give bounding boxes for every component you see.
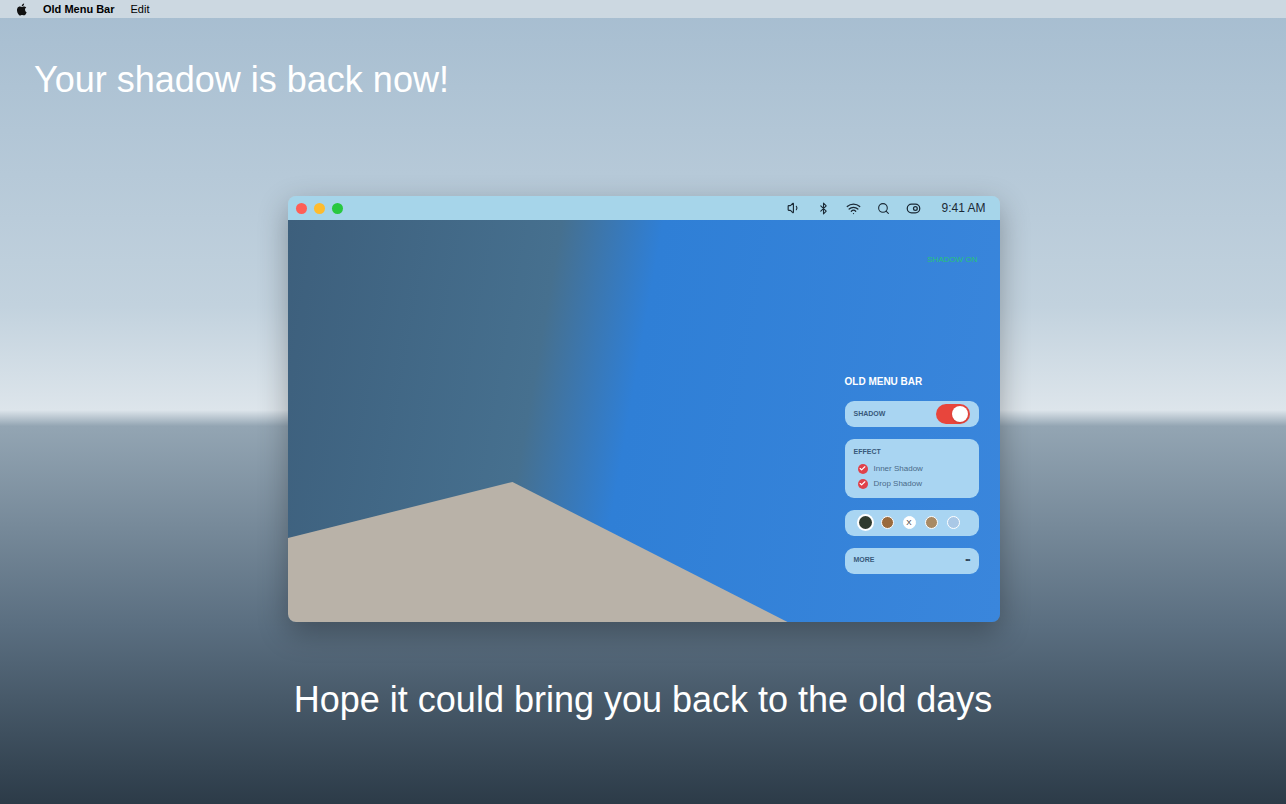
content: SHADOW ONOLD MENU BARSHADOWEFFECTInner S…	[288, 220, 1000, 622]
settings-panel: OLD MENU BARSHADOWEFFECTInner ShadowDrop…	[845, 374, 979, 574]
headline: Your shadow is back now!	[0, 18, 1286, 102]
control-center-icon[interactable]	[906, 201, 921, 216]
wifi-icon[interactable]	[846, 201, 861, 216]
checkbox[interactable]	[858, 464, 868, 474]
traffic-light[interactable]	[332, 203, 343, 214]
effect-option[interactable]: Drop Shadow	[854, 478, 970, 490]
app-window: 9:41 AMSHADOW ONOLD MENU BARSHADOWEFFECT…	[288, 196, 1000, 622]
theme-swatch[interactable]	[881, 516, 894, 529]
check-icon	[859, 480, 866, 487]
shadow-card: SHADOW	[845, 401, 979, 427]
effect-card: EFFECTInner ShadowDrop Shadow	[845, 439, 979, 498]
shadow-toggle[interactable]	[936, 404, 970, 424]
title-bar: 9:41 AM	[288, 196, 1000, 220]
desktop: Old Menu Bar EditYour shadow is back now!…	[0, 0, 1286, 804]
status-label: SHADOW ON	[927, 254, 977, 266]
theme-swatch[interactable]	[947, 516, 960, 529]
app-menu[interactable]: Old Menu Bar	[43, 1, 115, 18]
tagline: Hope it could bring you back to the old …	[0, 678, 1286, 722]
clock[interactable]: 9:41 AM	[941, 199, 985, 217]
photo-building	[288, 482, 788, 622]
panel-title: OLD MENU BAR	[845, 374, 979, 389]
bluetooth-icon[interactable]	[817, 202, 830, 215]
theme-swatch[interactable]	[925, 516, 938, 529]
search-icon[interactable]	[877, 202, 890, 215]
traffic-light[interactable]	[296, 203, 307, 214]
apple-icon[interactable]	[16, 3, 27, 16]
theme-card: X	[845, 510, 979, 536]
checkbox[interactable]	[858, 479, 868, 489]
menu-bar: Old Menu Bar Edit	[0, 0, 1286, 18]
traffic-light[interactable]	[314, 203, 325, 214]
theme-swatch[interactable]: X	[903, 516, 916, 529]
check-icon	[859, 465, 866, 472]
volume-icon[interactable]	[787, 201, 801, 215]
more-card[interactable]: MORE•••	[845, 548, 979, 574]
effect-option[interactable]: Inner Shadow	[854, 463, 970, 475]
more-icon[interactable]: •••	[965, 555, 969, 566]
theme-swatch[interactable]	[859, 516, 872, 529]
menu-item[interactable]: Edit	[131, 1, 150, 18]
